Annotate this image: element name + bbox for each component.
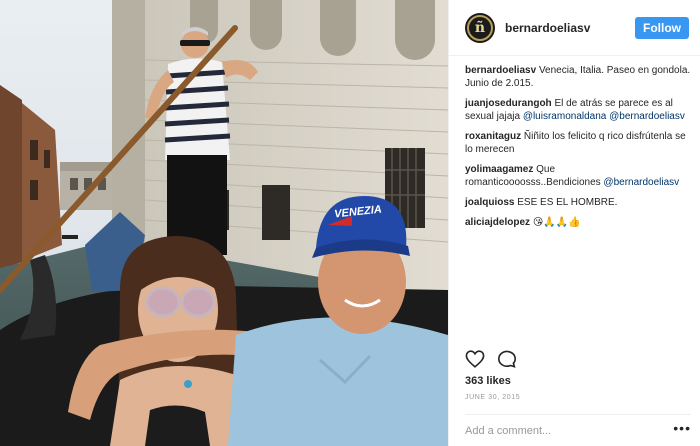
follow-button[interactable]: Follow xyxy=(635,16,689,39)
comment-mention-link[interactable]: @bernardoeliasv xyxy=(609,111,685,122)
comment-username[interactable]: bernardoeliasv xyxy=(465,65,536,76)
comment-mention-link[interactable]: @luisramonaldana xyxy=(523,111,607,122)
avatar-monogram: ñ xyxy=(467,14,493,41)
comment-item: yolimaagamez Que romanticoooosss..Bendic… xyxy=(465,163,693,189)
comment-username[interactable]: aliciajdelopez xyxy=(465,217,530,228)
comment-bubble-icon[interactable] xyxy=(497,350,517,368)
comment-item: bernardoeliasv Venecia, Italia. Paseo en… xyxy=(465,64,693,90)
comment-username[interactable]: yolimaagamez xyxy=(465,164,533,175)
comment-item: roxanitaguz Ñiñito los felicito q rico d… xyxy=(465,130,693,156)
add-comment-input[interactable]: Add a comment... xyxy=(465,425,673,437)
comment-mention-link[interactable]: @bernardoeliasv xyxy=(603,177,679,188)
comment-item: joalquioss ESE ES EL HOMBRE. xyxy=(465,196,693,209)
add-comment-bar: Add a comment... ••• xyxy=(465,414,691,446)
heart-icon[interactable] xyxy=(465,350,485,368)
action-bar xyxy=(465,350,685,368)
avatar[interactable]: ñ xyxy=(465,12,495,43)
comments-list: bernardoeliasv Venecia, Italia. Paseo en… xyxy=(465,64,693,236)
comment-text: ESE ES EL HOMBRE. xyxy=(517,197,618,208)
comment-username[interactable]: joalquioss xyxy=(465,197,514,208)
username-link[interactable]: bernardoeliasv xyxy=(505,21,635,35)
comment-username[interactable]: juanjosedurangoh xyxy=(465,98,552,109)
post-photo[interactable]: VENEZIA xyxy=(0,0,448,446)
post-side-panel: ñ bernardoeliasv Follow bernardoeliasv V… xyxy=(448,0,700,446)
comment-text: 😘🙏🙏👍 xyxy=(532,217,581,228)
likes-count[interactable]: 363 likes xyxy=(465,375,511,387)
comment-item: aliciajdelopez 😘🙏🙏👍 xyxy=(465,216,693,229)
instagram-post: VENEZIA ñ bernardoeliasv Follow bernardo… xyxy=(0,0,700,446)
more-options-icon[interactable]: ••• xyxy=(673,421,691,441)
comment-item: juanjosedurangoh El de atrás se parece e… xyxy=(465,97,693,123)
comment-username[interactable]: roxanitaguz xyxy=(465,131,521,142)
gondola-photo-illustration xyxy=(0,0,448,446)
post-header: ñ bernardoeliasv Follow xyxy=(449,0,700,56)
post-date[interactable]: JUNE 30, 2015 xyxy=(465,394,520,401)
